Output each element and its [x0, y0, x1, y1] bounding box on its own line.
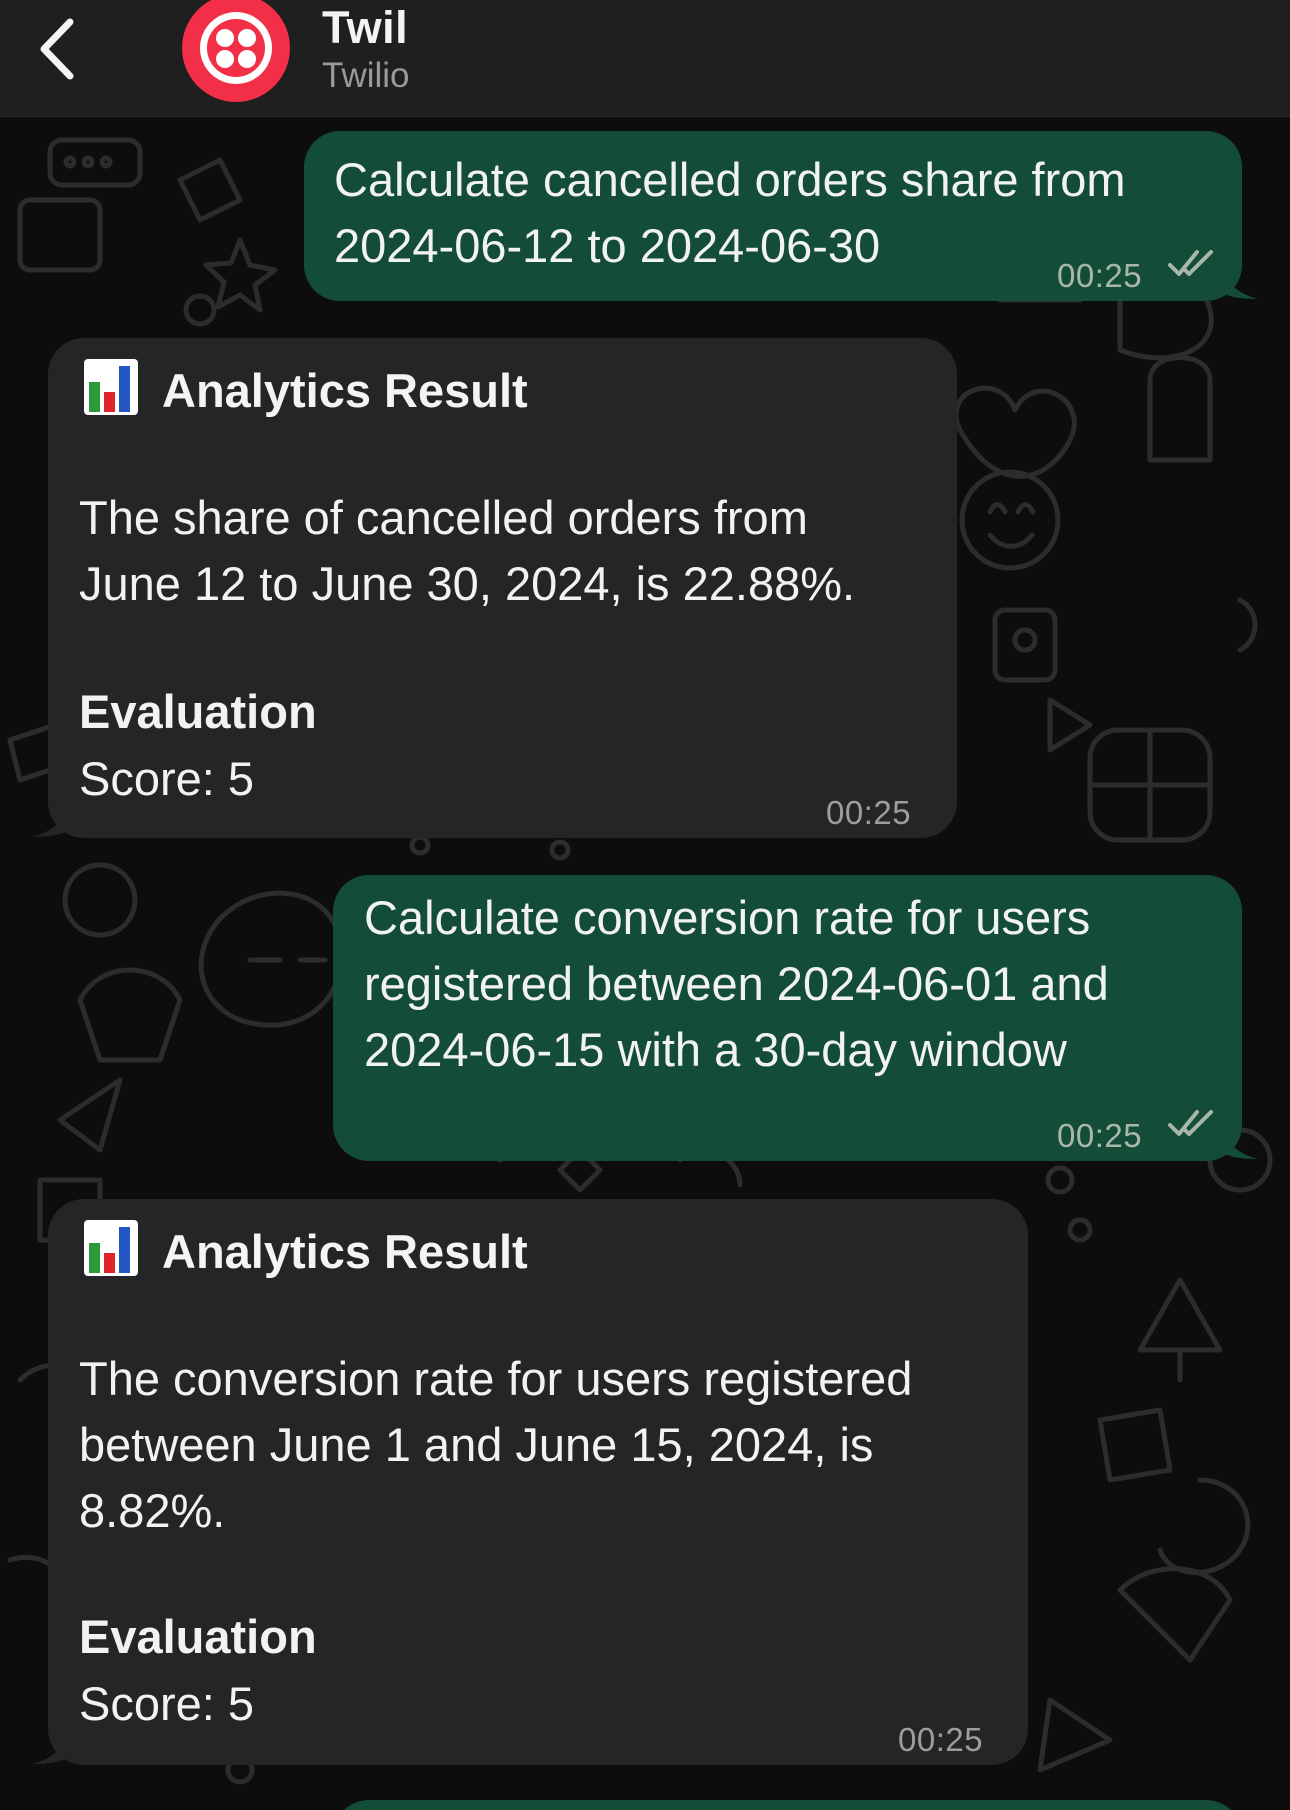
- message-text: Calculate conversion rate for users regi…: [364, 891, 1109, 1076]
- bar-chart-icon: [84, 1220, 138, 1276]
- result-heading: Analytics Result: [162, 364, 528, 417]
- chat-title[interactable]: Twil: [322, 2, 408, 54]
- outgoing-message[interactable]: Calculate cancelled orders share from 20…: [304, 131, 1242, 301]
- bubble-tail: [32, 807, 70, 837]
- bubble-tail: [1220, 269, 1258, 299]
- evaluation-label: Evaluation: [79, 1610, 317, 1663]
- evaluation-score: Score: 5: [79, 752, 255, 805]
- message-time: 00:25: [826, 794, 912, 831]
- twilio-logo-icon[interactable]: [181, 0, 291, 102]
- result-body: The conversion rate for users registered…: [79, 1352, 913, 1537]
- message-time: 00:25: [898, 1721, 984, 1758]
- message-time: 00:25: [1057, 257, 1143, 294]
- bubble-tail: [1220, 1129, 1258, 1159]
- evaluation-label: Evaluation: [79, 685, 317, 738]
- incoming-message[interactable]: Analytics Result The conversion rate for…: [48, 1199, 1028, 1765]
- chat-header: Twil Twilio: [0, 0, 1290, 117]
- outgoing-message-partial[interactable]: [333, 1800, 1242, 1810]
- bubble-tail: [32, 1734, 70, 1764]
- bar-chart-icon: [84, 359, 138, 415]
- outgoing-message[interactable]: Calculate conversion rate for users regi…: [333, 875, 1242, 1161]
- result-body: The share of cancelled orders from June …: [79, 491, 856, 610]
- double-check-icon: [1168, 250, 1213, 276]
- double-check-icon: [1168, 1110, 1213, 1136]
- incoming-message[interactable]: Analytics Result The share of cancelled …: [48, 338, 957, 838]
- chat-screen: Twil Twilio Calculate cancelled orders s…: [0, 0, 1290, 1810]
- chat-subtitle[interactable]: Twilio: [322, 56, 410, 96]
- chevron-left-icon[interactable]: [30, 14, 90, 84]
- result-heading: Analytics Result: [162, 1225, 528, 1278]
- message-time: 00:25: [1057, 1117, 1143, 1154]
- evaluation-score: Score: 5: [79, 1677, 255, 1730]
